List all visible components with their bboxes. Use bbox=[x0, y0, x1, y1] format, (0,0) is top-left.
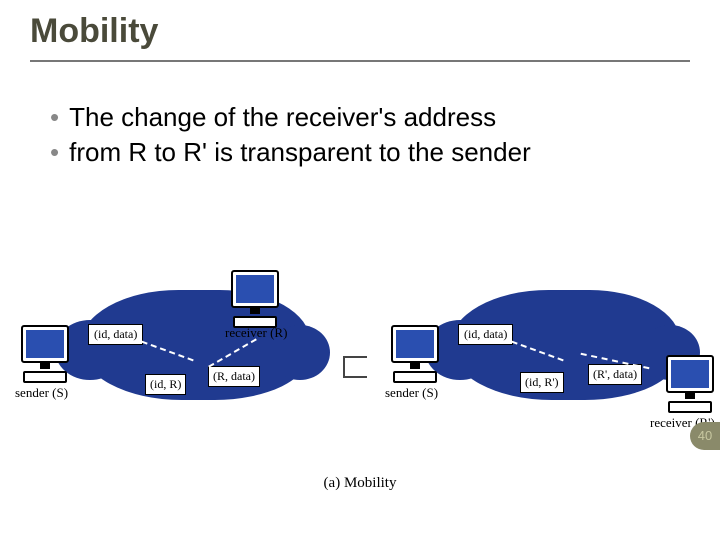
delivered-packet: (R, data) bbox=[208, 366, 260, 387]
sender-label: sender (S) bbox=[385, 385, 438, 401]
network-cloud-icon bbox=[450, 290, 680, 400]
network-packet: (id, R) bbox=[145, 374, 186, 395]
receiver-computer-icon bbox=[665, 355, 715, 413]
sender-label: sender (S) bbox=[15, 385, 68, 401]
slide: Mobility • The change of the receiver's … bbox=[0, 0, 720, 540]
bullet-item: • from R to R' is transparent to the sen… bbox=[50, 135, 680, 170]
bullet-item: • The change of the receiver's address bbox=[50, 100, 680, 135]
title-rule bbox=[30, 60, 690, 62]
page-number: 40 bbox=[690, 422, 720, 450]
bullet-text: from R to R' is transparent to the sende… bbox=[69, 135, 531, 170]
panel-before: sender (S) receiver (R) (id, data) (id, … bbox=[20, 270, 340, 470]
diagram: sender (S) receiver (R) (id, data) (id, … bbox=[10, 270, 710, 500]
sender-computer-icon bbox=[20, 325, 70, 383]
receiver-computer-icon bbox=[230, 270, 280, 328]
sent-packet: (id, data) bbox=[88, 324, 143, 345]
sender-computer-icon bbox=[390, 325, 440, 383]
delivered-packet: (R', data) bbox=[588, 364, 642, 385]
bullet-text: The change of the receiver's address bbox=[69, 100, 496, 135]
transition-arrow-icon bbox=[343, 340, 387, 390]
bullet-list: • The change of the receiver's address •… bbox=[50, 100, 680, 170]
network-packet: (id, R') bbox=[520, 372, 564, 393]
sent-packet: (id, data) bbox=[458, 324, 513, 345]
page-title: Mobility bbox=[30, 12, 690, 51]
bullet-dot-icon: • bbox=[50, 100, 59, 135]
title-wrap: Mobility bbox=[30, 12, 690, 51]
panel-after: sender (S) receiver (R') (id, data) (id,… bbox=[390, 270, 710, 470]
figure-caption: (a) Mobility bbox=[10, 475, 710, 492]
bullet-dot-icon: • bbox=[50, 135, 59, 170]
